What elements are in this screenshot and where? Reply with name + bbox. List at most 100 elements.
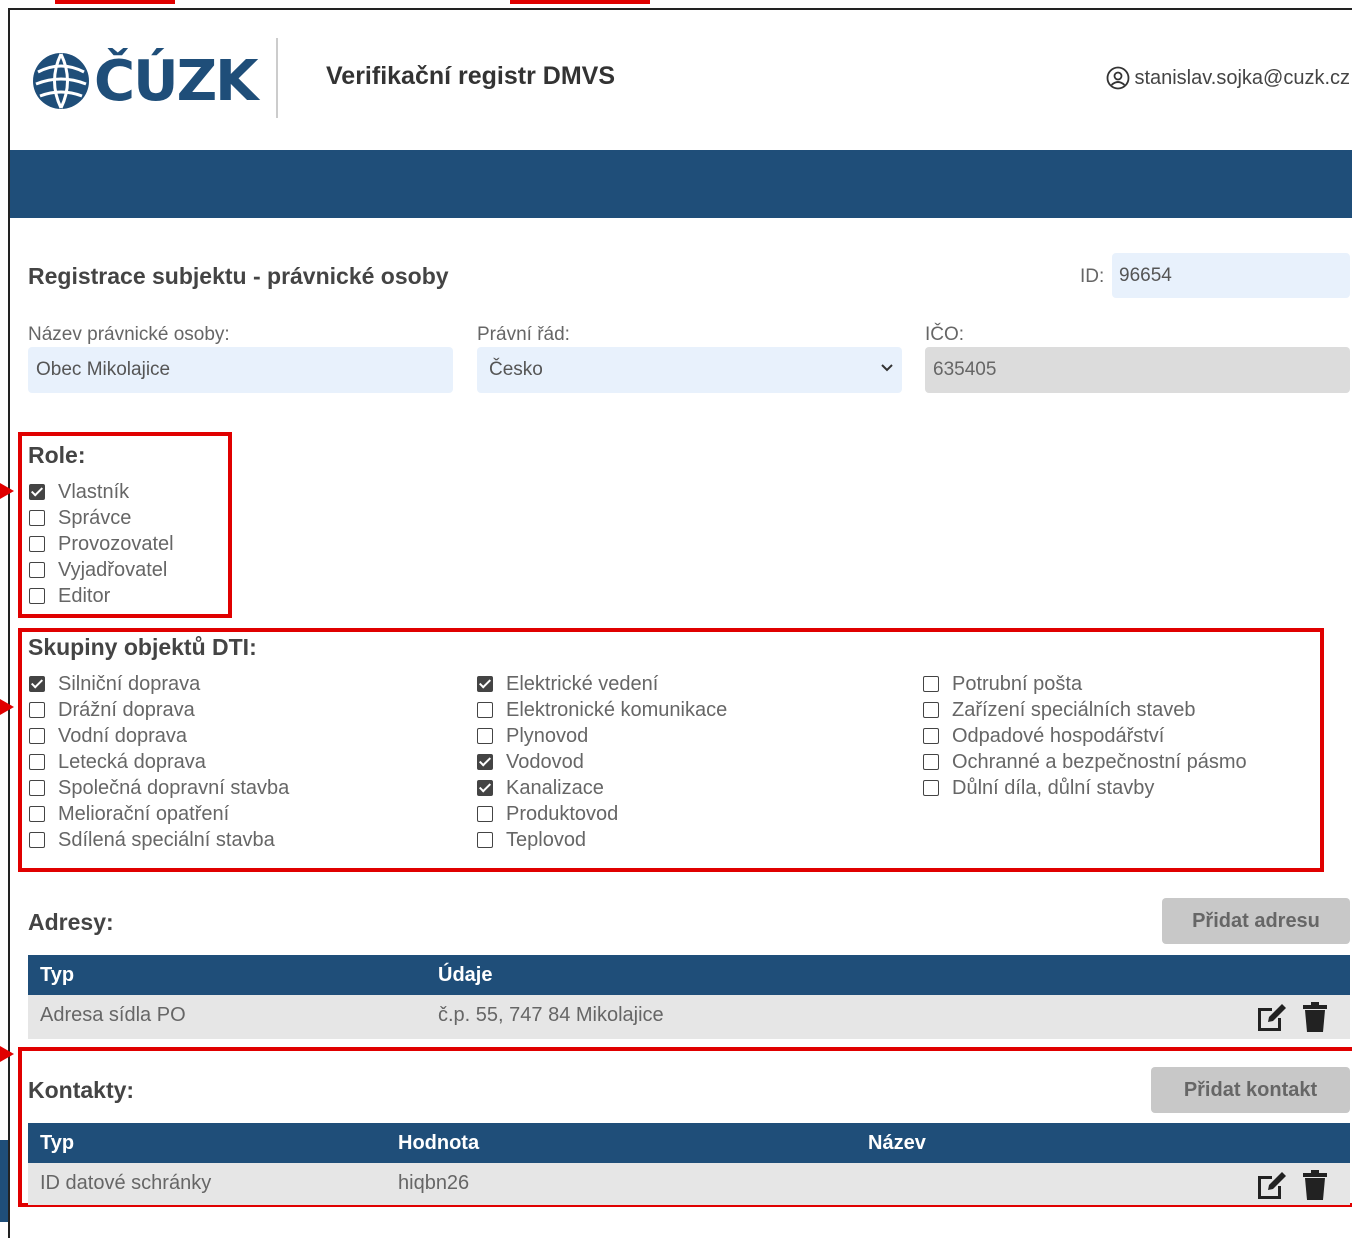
header-divider [276,38,278,118]
cuzk-logo[interactable]: ČÚZK [30,36,259,126]
app-title: Verifikační registr DMVS [326,62,616,90]
group-checkbox[interactable] [923,780,939,796]
row-actions [1256,1002,1328,1032]
role-checkbox[interactable] [29,588,45,604]
name-field[interactable]: Obec Mikolajice [28,347,453,393]
user-menu[interactable]: stanislav.sojka@cuzk.cz [1106,66,1350,90]
delete-icon[interactable] [1302,1002,1328,1032]
group-checkbox-label: Sdílená speciální stavba [58,828,275,851]
group-checkbox-row[interactable]: Silniční doprava [29,671,200,697]
group-checkbox-row[interactable]: Sdílená speciální stavba [29,827,275,853]
col-name: Název [868,1132,926,1154]
edit-icon[interactable] [1256,1002,1288,1032]
annotation-fragment [55,0,175,4]
role-checkbox-row[interactable]: Provozovatel [29,531,174,557]
group-checkbox[interactable] [29,702,45,718]
chevron-down-icon [881,364,893,372]
group-checkbox-row[interactable]: Plynovod [477,723,588,749]
group-checkbox[interactable] [477,676,493,692]
delete-icon[interactable] [1302,1170,1328,1200]
contacts-arrow [0,1046,14,1062]
group-checkbox[interactable] [477,754,493,770]
role-checkbox-row[interactable]: Vlastník [29,479,129,505]
header: ČÚZK Verifikační registr DMVS stanislav.… [10,10,1352,148]
groups-arrow [0,699,14,715]
page-title: Registrace subjektu - právnické osoby [28,263,449,289]
legal-order-label: Právní řád: [477,324,570,345]
id-field[interactable]: 96654 [1112,253,1350,298]
role-checkbox[interactable] [29,536,45,552]
group-checkbox[interactable] [923,676,939,692]
group-checkbox[interactable] [477,702,493,718]
group-checkbox[interactable] [29,728,45,744]
group-checkbox[interactable] [29,806,45,822]
role-checkbox[interactable] [29,484,45,500]
address-type: Adresa sídla PO [40,1004,186,1026]
addresses-table-header: Typ Údaje [28,955,1350,995]
group-checkbox-row[interactable]: Potrubní pošta [923,671,1082,697]
group-checkbox-label: Silniční doprava [58,672,201,695]
role-checkbox-label: Správce [58,506,132,529]
group-checkbox[interactable] [29,676,45,692]
group-checkbox[interactable] [29,780,45,796]
group-checkbox[interactable] [477,780,493,796]
group-checkbox-row[interactable]: Vodní doprava [29,723,187,749]
contact-type: ID datové schránky [40,1172,212,1194]
group-checkbox-label: Odpadové hospodářství [952,724,1165,747]
role-checkbox-row[interactable]: Vyjadřovatel [29,557,167,583]
group-checkbox[interactable] [477,728,493,744]
edit-icon[interactable] [1256,1170,1288,1200]
nav-bar [10,150,1352,218]
user-email: stanislav.sojka@cuzk.cz [1134,66,1350,89]
group-checkbox-row[interactable]: Drážní doprava [29,697,195,723]
group-checkbox[interactable] [923,728,939,744]
ico-label: IČO: [925,324,965,345]
group-checkbox-row[interactable]: Zařízení speciálních staveb [923,697,1195,723]
col-type: Typ [40,964,75,986]
annotation-fragment [510,0,650,4]
group-checkbox[interactable] [923,702,939,718]
group-checkbox-row[interactable]: Kanalizace [477,775,604,801]
group-checkbox-row[interactable]: Elektronické komunikace [477,697,727,723]
add-address-button[interactable]: Přidat adresu [1162,898,1350,944]
group-checkbox-row[interactable]: Vodovod [477,749,584,775]
background-fragment [0,1140,8,1222]
ico-field: 635405 [925,347,1350,393]
group-checkbox-row[interactable]: Letecká doprava [29,749,206,775]
group-checkbox-row[interactable]: Elektrické vedení [477,671,658,697]
add-contact-button[interactable]: Přidat kontakt [1151,1067,1350,1113]
group-checkbox-label: Meliorační opatření [58,802,230,825]
role-checkbox-row[interactable]: Editor [29,583,110,609]
group-checkbox[interactable] [29,754,45,770]
legal-order-select[interactable]: Česko [477,347,902,393]
role-checkbox-label: Vlastník [58,480,130,503]
group-checkbox-row[interactable]: Společná dopravní stavba [29,775,289,801]
group-checkbox-row[interactable]: Meliorační opatření [29,801,229,827]
role-checkbox-row[interactable]: Správce [29,505,131,531]
role-checkbox-label: Provozovatel [58,532,174,555]
group-checkbox-row[interactable]: Teplovod [477,827,586,853]
group-checkbox-row[interactable]: Ochranné a bezpečnostní pásmo [923,749,1247,775]
contacts-table-header: Typ Hodnota Název [28,1123,1350,1163]
group-checkbox[interactable] [477,832,493,848]
group-checkbox-label: Zařízení speciálních staveb [952,698,1196,721]
group-checkbox[interactable] [923,754,939,770]
roles-title: Role: [28,442,86,468]
group-checkbox-row[interactable]: Důlní díla, důlní stavby [923,775,1154,801]
groups-title: Skupiny objektů DTI: [28,634,257,660]
role-checkbox[interactable] [29,510,45,526]
group-checkbox-row[interactable]: Odpadové hospodářství [923,723,1164,749]
group-checkbox-label: Plynovod [506,724,589,747]
group-checkbox[interactable] [29,832,45,848]
addresses-title: Adresy: [28,909,114,935]
contacts-title: Kontakty: [28,1077,135,1103]
group-checkbox-row[interactable]: Produktovod [477,801,618,827]
contact-value: hiqbn26 [398,1172,470,1194]
row-actions [1256,1170,1328,1200]
col-value: Hodnota [398,1132,480,1154]
col-type: Typ [40,1132,75,1154]
group-checkbox-label: Elektronické komunikace [506,698,728,721]
group-checkbox[interactable] [477,806,493,822]
address-data: č.p. 55, 747 84 Mikolajice [438,1004,664,1026]
role-checkbox[interactable] [29,562,45,578]
